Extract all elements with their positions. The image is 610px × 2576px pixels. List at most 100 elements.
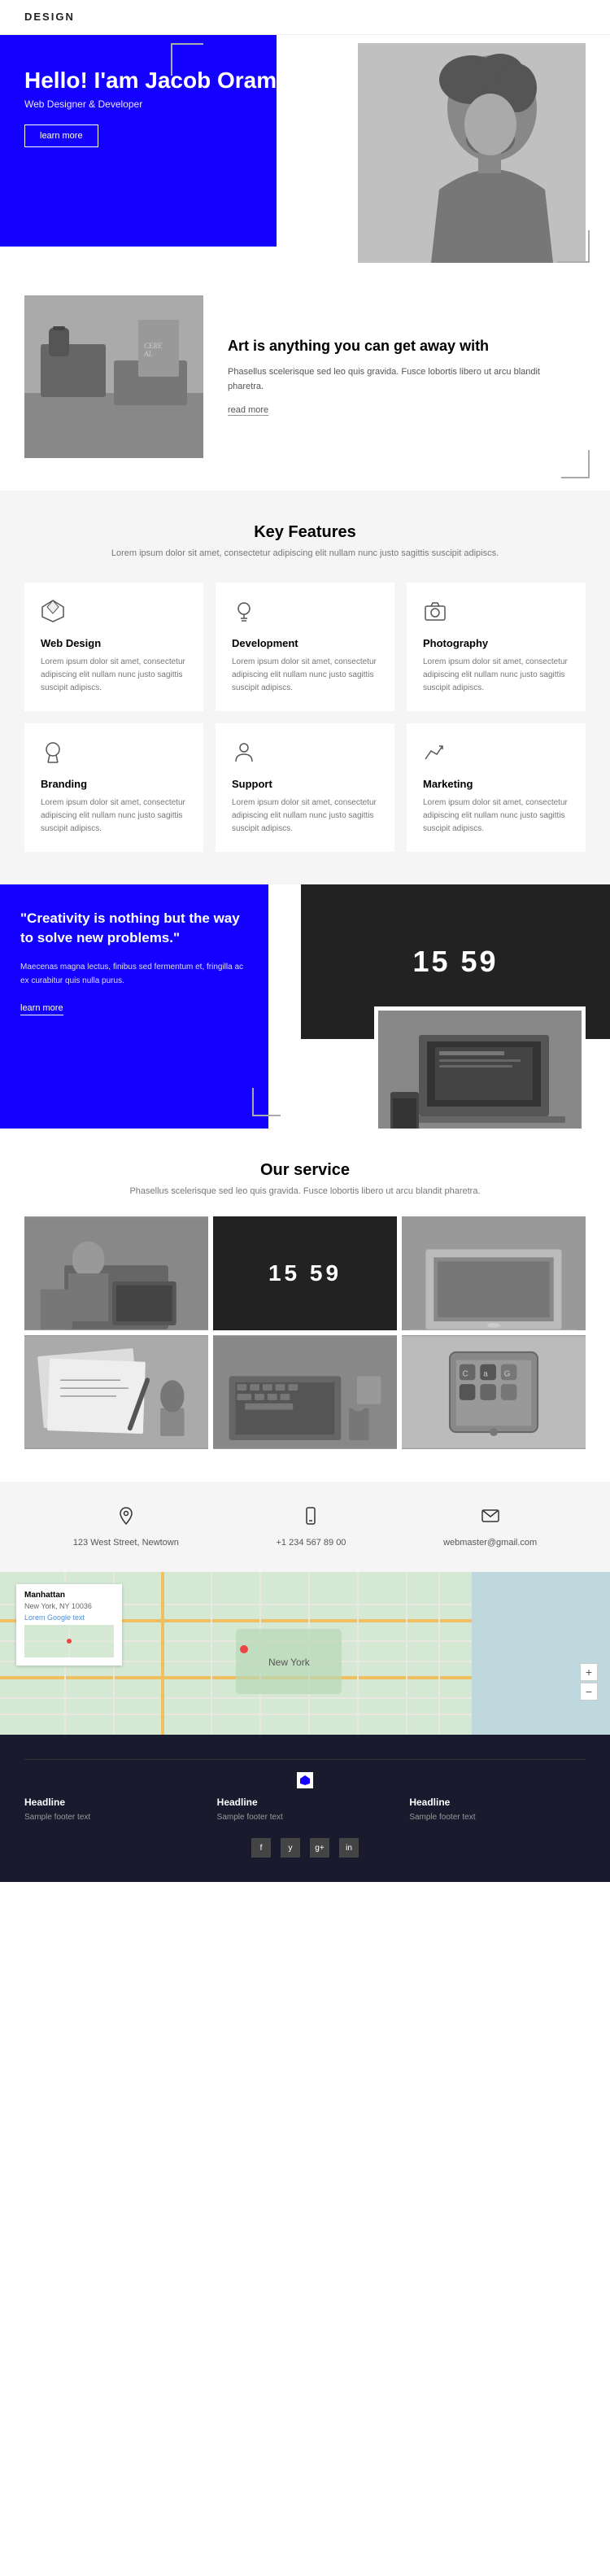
footer-col-2: Headline Sample footer text bbox=[217, 1797, 394, 1822]
hero-learn-more-button[interactable]: learn more bbox=[24, 124, 98, 147]
features-section: Key Features Lorem ipsum dolor sit amet,… bbox=[0, 491, 610, 884]
map-zoom-controls: + − bbox=[580, 1663, 598, 1702]
footer-col-3: Headline Sample footer text bbox=[409, 1797, 586, 1822]
contact-phone-text: +1 234 567 89 00 bbox=[276, 1538, 346, 1548]
footer-logo-area bbox=[24, 1759, 586, 1788]
social-facebook-icon[interactable]: f bbox=[251, 1838, 271, 1858]
hero-section: Hello! I'am Jacob Oram Web Designer & De… bbox=[0, 35, 610, 271]
hero-content: Hello! I'am Jacob Oram Web Designer & De… bbox=[24, 68, 277, 147]
quote-text: "Creativity is nothing but the way to so… bbox=[20, 909, 248, 948]
service-image-1 bbox=[24, 1216, 208, 1330]
quote-images: 15 59 bbox=[260, 884, 610, 1129]
map-section: New York Manhattan New York, NY 10036 Lo… bbox=[0, 1572, 610, 1735]
features-subtitle: Lorem ipsum dolor sit amet, consectetur … bbox=[24, 548, 586, 558]
art-image-placeholder: CERE AL bbox=[24, 295, 203, 458]
social-googleplus-icon[interactable]: g+ bbox=[310, 1838, 329, 1858]
feature-desc-development: Lorem ipsum dolor sit amet, consectetur … bbox=[232, 656, 378, 695]
feature-card-development: Development Lorem ipsum dolor sit amet, … bbox=[216, 583, 394, 711]
svg-text:New York: New York bbox=[268, 1657, 311, 1668]
footer-col-1-text: Sample footer text bbox=[24, 1813, 201, 1822]
footer-col-2-text: Sample footer text bbox=[217, 1813, 394, 1822]
hero-portrait-image bbox=[358, 43, 586, 263]
feature-desc-support: Lorem ipsum dolor sit amet, consectetur … bbox=[232, 797, 378, 836]
phone-icon bbox=[301, 1506, 320, 1530]
svg-text:C: C bbox=[463, 1369, 468, 1378]
hero-portrait bbox=[358, 43, 586, 263]
contact-section: 123 West Street, Newtown +1 234 567 89 0… bbox=[0, 1482, 610, 1572]
art-text: Art is anything you can get away with Ph… bbox=[228, 337, 610, 417]
bulb-icon bbox=[232, 599, 378, 627]
chart-icon bbox=[423, 740, 569, 768]
map-overlay-title: Manhattan bbox=[24, 1591, 114, 1600]
map-overlay-address: New York, NY 10036 bbox=[24, 1602, 114, 1610]
header: DESIGN bbox=[0, 0, 610, 35]
feature-name-marketing: Marketing bbox=[423, 778, 569, 790]
map-overlay: Manhattan New York, NY 10036 Lorem Googl… bbox=[16, 1584, 122, 1666]
email-icon bbox=[481, 1506, 500, 1530]
service-section: Our service Phasellus scelerisque sed le… bbox=[0, 1129, 610, 1482]
svg-text:CERE: CERE bbox=[144, 342, 163, 350]
award-icon bbox=[41, 740, 187, 768]
map-overlay-subtext: Lorem Google text bbox=[24, 1613, 114, 1622]
footer-col-1-title: Headline bbox=[24, 1797, 201, 1808]
features-grid: Web Design Lorem ipsum dolor sit amet, c… bbox=[24, 583, 586, 852]
feature-desc-photography: Lorem ipsum dolor sit amet, consectetur … bbox=[423, 656, 569, 695]
feature-card-photography: Photography Lorem ipsum dolor sit amet, … bbox=[407, 583, 586, 711]
art-heading: Art is anything you can get away with bbox=[228, 337, 577, 356]
footer-grid: Headline Sample footer text Headline Sam… bbox=[24, 1797, 586, 1822]
contact-address-text: 123 West Street, Newtown bbox=[73, 1538, 179, 1548]
service-image-6: C a G bbox=[402, 1335, 586, 1449]
footer-col-1: Headline Sample footer text bbox=[24, 1797, 201, 1822]
feature-card-branding: Branding Lorem ipsum dolor sit amet, con… bbox=[24, 723, 203, 852]
social-youtube-icon[interactable]: y bbox=[281, 1838, 300, 1858]
footer-col-3-text: Sample footer text bbox=[409, 1813, 586, 1822]
footer-social: f y g+ in bbox=[24, 1838, 586, 1858]
quote-description: Maecenas magna lectus, finibus sed ferme… bbox=[20, 960, 248, 988]
art-read-more-link[interactable]: read more bbox=[228, 405, 268, 416]
footer-col-2-title: Headline bbox=[217, 1797, 394, 1808]
service-image-3 bbox=[402, 1216, 586, 1330]
footer: Headline Sample footer text Headline Sam… bbox=[0, 1735, 610, 1882]
svg-text:a: a bbox=[483, 1369, 488, 1378]
contact-email-text: webmaster@gmail.com bbox=[443, 1538, 537, 1548]
svg-text:G: G bbox=[504, 1369, 511, 1378]
hero-corner-br bbox=[557, 230, 590, 263]
header-title: DESIGN bbox=[24, 11, 75, 23]
art-section: CERE AL Art is anything you can get away… bbox=[0, 271, 610, 482]
service-clock: 15 59 bbox=[268, 1260, 342, 1286]
footer-col-3-title: Headline bbox=[409, 1797, 586, 1808]
art-description: Phasellus scelerisque sed leo quis gravi… bbox=[228, 365, 577, 394]
art-image: CERE AL bbox=[24, 295, 203, 458]
hero-heading: Hello! I'am Jacob Oram bbox=[24, 68, 277, 94]
feature-card-marketing: Marketing Lorem ipsum dolor sit amet, co… bbox=[407, 723, 586, 852]
service-grid: 15 59 bbox=[24, 1216, 586, 1449]
features-title: Key Features bbox=[24, 523, 586, 542]
feature-name-development: Development bbox=[232, 637, 378, 649]
svg-text:AL: AL bbox=[143, 350, 153, 358]
feature-name-webdesign: Web Design bbox=[41, 637, 187, 649]
quote-section: "Creativity is nothing but the way to so… bbox=[0, 884, 610, 1129]
contact-email: webmaster@gmail.com bbox=[443, 1506, 537, 1548]
service-subtitle: Phasellus scelerisque sed leo quis gravi… bbox=[24, 1186, 586, 1196]
map-zoom-in-button[interactable]: + bbox=[580, 1663, 598, 1681]
clock-display: 15 59 bbox=[412, 945, 498, 979]
feature-desc-webdesign: Lorem ipsum dolor sit amet, consectetur … bbox=[41, 656, 187, 695]
footer-logo bbox=[297, 1772, 313, 1788]
feature-desc-branding: Lorem ipsum dolor sit amet, consectetur … bbox=[41, 797, 187, 836]
contact-phone: +1 234 567 89 00 bbox=[276, 1506, 346, 1548]
map-background: New York Manhattan New York, NY 10036 Lo… bbox=[0, 1572, 610, 1735]
feature-name-photography: Photography bbox=[423, 637, 569, 649]
map-zoom-out-button[interactable]: − bbox=[580, 1683, 598, 1701]
feature-name-support: Support bbox=[232, 778, 378, 790]
social-linkedin-icon[interactable]: in bbox=[339, 1838, 359, 1858]
feature-name-branding: Branding bbox=[41, 778, 187, 790]
quote-learn-more-button[interactable]: learn more bbox=[20, 1003, 63, 1015]
service-title: Our service bbox=[24, 1161, 586, 1180]
location-icon bbox=[116, 1506, 136, 1530]
diamond-icon bbox=[41, 599, 187, 627]
service-image-5 bbox=[213, 1335, 397, 1449]
feature-card-webdesign: Web Design Lorem ipsum dolor sit amet, c… bbox=[24, 583, 203, 711]
hero-corner-tl bbox=[171, 43, 203, 76]
service-image-4 bbox=[24, 1335, 208, 1449]
quote-laptop-image bbox=[374, 1006, 586, 1129]
